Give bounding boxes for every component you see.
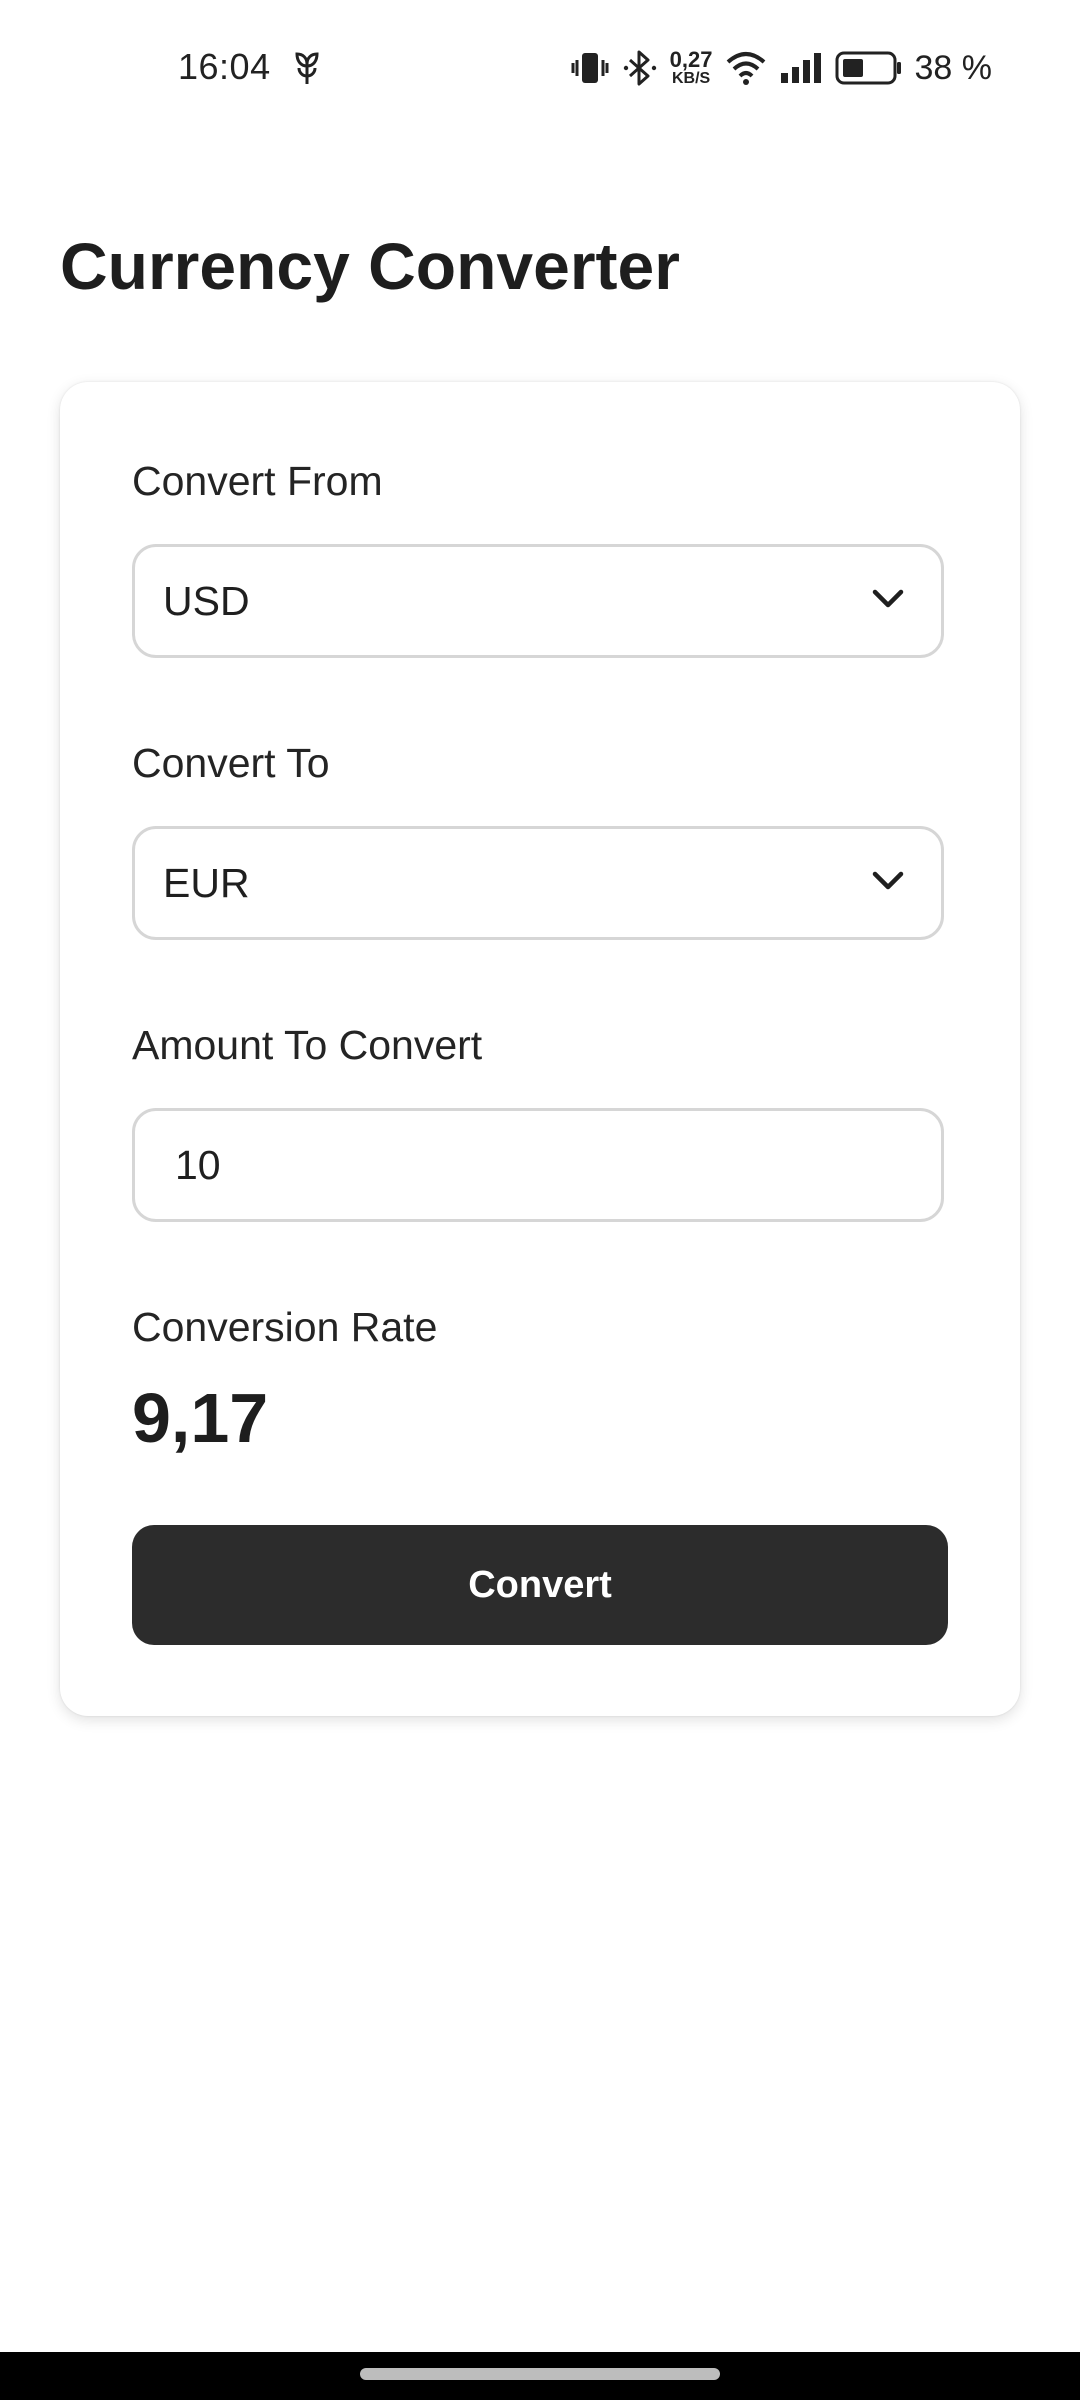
battery-percent: 38 % [914, 48, 993, 87]
converter-card: Convert From USD Convert To EUR Amount T… [60, 382, 1020, 1716]
convert-to-label: Convert To [132, 740, 330, 786]
conversion-rate-value: 9,17 [132, 1379, 269, 1457]
chevron-down-icon [871, 587, 905, 611]
convert-to-select[interactable]: EUR [132, 826, 944, 940]
amount-input[interactable] [175, 1111, 915, 1219]
convert-from-select[interactable]: USD [132, 544, 944, 658]
home-indicator[interactable] [360, 2368, 720, 2380]
convert-from-value: USD [163, 578, 250, 624]
convert-from-label: Convert From [132, 458, 383, 504]
amount-label: Amount To Convert [132, 1022, 483, 1068]
notification-plant-icon [292, 50, 322, 86]
page-title: Currency Converter [60, 229, 680, 303]
wifi-icon [725, 50, 767, 86]
status-time: 16:04 [178, 46, 271, 87]
status-bar: 16:04 0,27 KB/S 38 % [0, 0, 1080, 140]
status-icons: 0,27 KB/S 38 % [570, 40, 992, 96]
network-speed-unit: KB/S [671, 70, 711, 87]
convert-to-value: EUR [163, 860, 250, 906]
network-speed: 0,27 KB/S [670, 49, 713, 87]
navigation-bar [0, 2352, 1080, 2400]
battery-icon [835, 51, 903, 85]
convert-button[interactable]: Convert [132, 1525, 948, 1645]
chevron-down-icon [871, 869, 905, 893]
vibrate-icon [570, 48, 610, 88]
amount-field [132, 1108, 944, 1222]
conversion-rate-label: Conversion Rate [132, 1304, 438, 1350]
signal-icon [779, 51, 823, 85]
network-speed-value: 0,27 [669, 47, 713, 72]
bluetooth-icon [622, 48, 658, 88]
